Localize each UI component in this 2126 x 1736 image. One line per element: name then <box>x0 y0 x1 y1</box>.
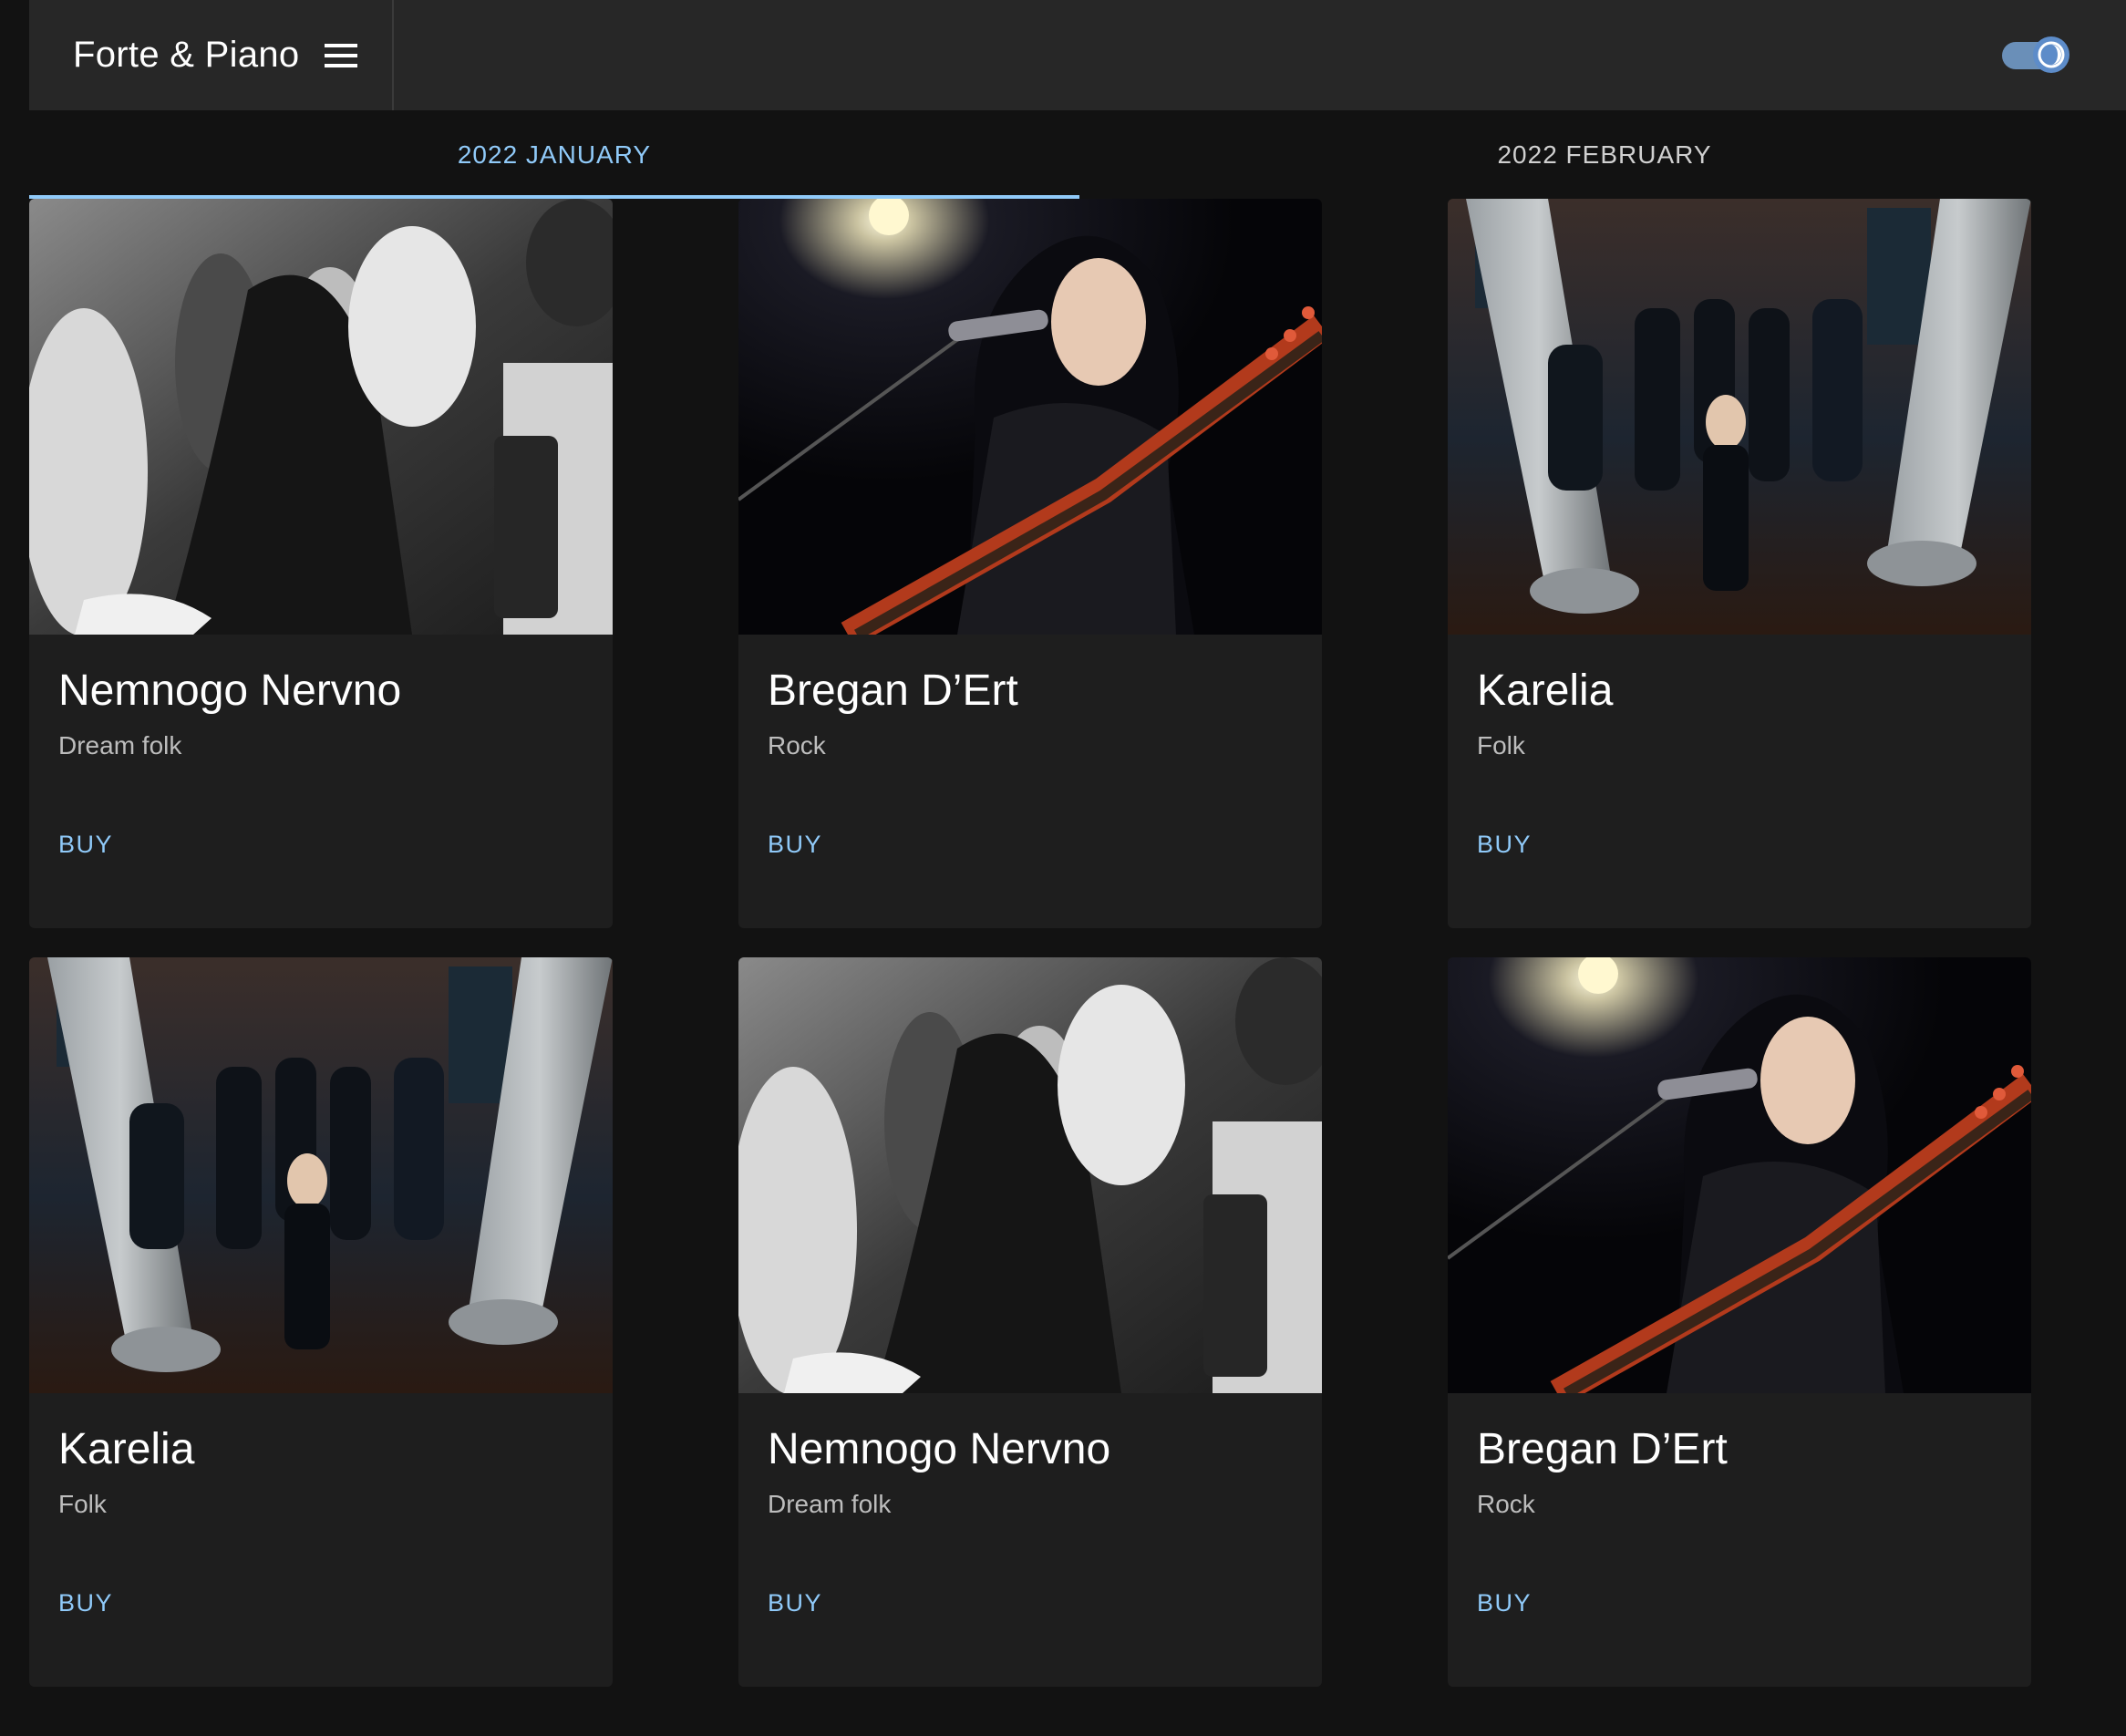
album-card: Karelia Folk BUY <box>1448 199 2031 928</box>
album-card: Bregan D’Ert Rock BUY <box>1448 957 2031 1687</box>
album-card: Nemnogo Nervno Dream folk BUY <box>29 199 613 928</box>
band-in-hall-photo <box>1448 199 2031 635</box>
album-card: Karelia Folk BUY <box>29 957 613 1687</box>
singer-with-guitar-photo <box>738 199 1322 635</box>
band-name: Karelia <box>1477 666 1614 715</box>
band-name: Bregan D’Ert <box>1477 1425 1728 1473</box>
album-card: Bregan D’Ert Rock BUY <box>738 199 1322 928</box>
buy-button[interactable]: BUY <box>40 817 131 872</box>
buy-button[interactable]: BUY <box>749 817 841 872</box>
buy-button[interactable]: BUY <box>749 1576 841 1630</box>
album-card: Nemnogo Nervno Dream folk BUY <box>738 957 1322 1687</box>
brand-area: Forte & Piano <box>29 0 394 110</box>
band-name: Nemnogo Nervno <box>768 1425 1111 1473</box>
band-name: Karelia <box>58 1425 195 1473</box>
band-genre: Dream folk <box>58 731 182 760</box>
menu-icon[interactable] <box>323 37 359 74</box>
band-group-bw-photo <box>738 957 1322 1393</box>
band-genre: Rock <box>768 731 826 760</box>
app-bar: Forte & Piano <box>29 0 2126 110</box>
band-group-bw-photo <box>29 199 613 635</box>
app-title: Forte & Piano <box>73 35 300 75</box>
buy-button[interactable]: BUY <box>1459 1576 1550 1630</box>
band-genre: Folk <box>1477 731 1525 760</box>
band-name: Nemnogo Nervno <box>58 666 402 715</box>
page: Forte & Piano 2022 JANUARY 2022 FEBRUARY <box>29 0 2126 1736</box>
tab-2022-february[interactable]: 2022 FEBRUARY <box>1079 110 2126 200</box>
band-genre: Rock <box>1477 1490 1535 1518</box>
singer-with-guitar-photo <box>1448 957 2031 1393</box>
month-tabs: 2022 JANUARY 2022 FEBRUARY <box>29 110 2126 200</box>
band-genre: Dream folk <box>768 1490 892 1518</box>
dark-mode-icon <box>2033 36 2069 73</box>
band-name: Bregan D’Ert <box>768 666 1018 715</box>
band-genre: Folk <box>58 1490 107 1518</box>
buy-button[interactable]: BUY <box>1459 817 1550 872</box>
tab-2022-january[interactable]: 2022 JANUARY <box>29 110 1079 200</box>
band-in-hall-photo <box>29 957 613 1393</box>
buy-button[interactable]: BUY <box>40 1576 131 1630</box>
theme-toggle[interactable] <box>2002 33 2075 78</box>
